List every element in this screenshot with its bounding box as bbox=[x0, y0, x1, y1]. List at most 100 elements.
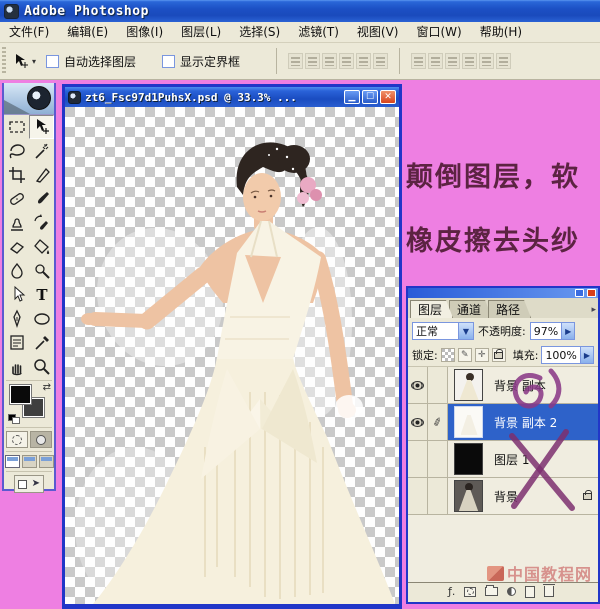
fill-input[interactable]: 100% ▶ bbox=[541, 346, 593, 364]
blend-mode-select[interactable]: 正常 ▼ bbox=[412, 322, 474, 340]
document-title: zt6_Fsc97d1PuhsX.psd @ 33.3% ... bbox=[85, 91, 342, 104]
opacity-input[interactable]: 97% ▶ bbox=[530, 322, 575, 340]
thumbnail-cell[interactable] bbox=[448, 441, 488, 477]
link-cell[interactable] bbox=[428, 367, 448, 403]
eyedropper-tool-button[interactable] bbox=[29, 331, 54, 355]
align-left-button bbox=[339, 53, 354, 69]
default-colors-icon[interactable] bbox=[8, 414, 20, 424]
auto-select-option[interactable]: 自动选择图层 bbox=[46, 53, 136, 70]
visibility-cell[interactable] bbox=[408, 404, 428, 440]
visibility-cell[interactable] bbox=[408, 367, 428, 403]
photoshop-app-icon bbox=[4, 4, 19, 19]
maximize-button[interactable]: ☐ bbox=[362, 90, 378, 104]
lock-icon bbox=[583, 493, 592, 500]
eye-icon bbox=[411, 418, 424, 427]
fullscreen-button[interactable] bbox=[39, 455, 54, 468]
menu-layer[interactable]: 图层(L) bbox=[172, 22, 230, 43]
clone-stamp-icon bbox=[7, 213, 27, 233]
delete-layer-button[interactable] bbox=[544, 586, 554, 597]
magic-wand-tool-button[interactable] bbox=[29, 139, 54, 163]
crop-tool-button[interactable] bbox=[4, 163, 29, 187]
menu-select[interactable]: 选择(S) bbox=[230, 22, 289, 43]
shape-tool-button[interactable] bbox=[29, 307, 54, 331]
swap-colors-icon[interactable]: ⇄ bbox=[43, 382, 51, 393]
pen-tool-button[interactable] bbox=[4, 307, 29, 331]
opacity-value: 97% bbox=[531, 325, 561, 338]
clone-stamp-tool-button[interactable] bbox=[4, 211, 29, 235]
quick-mask-mode-button[interactable] bbox=[30, 431, 52, 448]
lasso-tool-button[interactable] bbox=[4, 139, 29, 163]
bounding-box-option[interactable]: 显示定界框 bbox=[162, 53, 240, 70]
menu-help[interactable]: 帮助(H) bbox=[471, 22, 531, 43]
layer-row-layer-1[interactable]: 图层 1 bbox=[408, 441, 598, 478]
thumbnail-cell[interactable] bbox=[448, 404, 488, 440]
menu-file[interactable]: 文件(F) bbox=[0, 22, 58, 43]
brush-tool-button[interactable] bbox=[29, 187, 54, 211]
hand-tool-button[interactable] bbox=[4, 355, 29, 379]
thumbnail-cell[interactable] bbox=[448, 367, 488, 403]
minimize-button[interactable]: ▁ bbox=[344, 90, 360, 104]
gradient-tool-button[interactable] bbox=[29, 235, 54, 259]
panel-minimize-button[interactable] bbox=[575, 289, 584, 297]
add-mask-button[interactable] bbox=[464, 587, 476, 597]
panel-titlebar[interactable] bbox=[408, 288, 598, 298]
link-cell[interactable] bbox=[428, 478, 448, 514]
zoom-tool-button[interactable] bbox=[29, 355, 54, 379]
menu-view[interactable]: 视图(V) bbox=[348, 22, 408, 43]
menu-image[interactable]: 图像(I) bbox=[117, 22, 172, 43]
fullscreen-menubar-button[interactable] bbox=[22, 455, 37, 468]
menu-window[interactable]: 窗口(W) bbox=[407, 22, 470, 43]
foreground-color-swatch[interactable] bbox=[10, 385, 31, 404]
document-canvas[interactable] bbox=[65, 107, 399, 604]
new-group-button[interactable] bbox=[485, 587, 498, 596]
options-bar-grip[interactable] bbox=[2, 47, 6, 75]
dodge-icon bbox=[32, 261, 52, 281]
standard-screen-button[interactable] bbox=[5, 455, 20, 468]
slice-tool-button[interactable] bbox=[29, 163, 54, 187]
eraser-tool-button[interactable] bbox=[4, 235, 29, 259]
fill-label: 填充: bbox=[513, 347, 539, 363]
layer-row-background[interactable]: 背景 bbox=[408, 478, 598, 515]
panel-menu-icon[interactable]: ▸ bbox=[591, 305, 596, 315]
layer-style-button[interactable]: ƒ. bbox=[448, 585, 455, 598]
move-tool-button[interactable] bbox=[29, 115, 54, 139]
marquee-tool-button[interactable] bbox=[4, 115, 29, 139]
standard-mode-button[interactable] bbox=[6, 431, 28, 448]
lock-position-button[interactable]: ✛ bbox=[475, 348, 489, 362]
bounding-box-checkbox[interactable] bbox=[162, 55, 175, 68]
path-select-tool-button[interactable] bbox=[4, 283, 29, 307]
close-button[interactable]: ✕ bbox=[380, 90, 396, 104]
type-tool-button[interactable]: T bbox=[29, 283, 54, 307]
document-titlebar[interactable]: zt6_Fsc97d1PuhsX.psd @ 33.3% ... ▁ ☐ ✕ bbox=[65, 87, 399, 107]
layer-row-bg-copy[interactable]: 背景 副本 bbox=[408, 367, 598, 404]
tab-channels[interactable]: 通道 bbox=[449, 300, 492, 318]
panel-close-button[interactable] bbox=[587, 289, 596, 297]
menu-bar: 文件(F) 编辑(E) 图像(I) 图层(L) 选择(S) 滤镜(T) 视图(V… bbox=[0, 22, 600, 43]
tab-paths[interactable]: 路径 bbox=[488, 300, 531, 318]
healing-brush-tool-button[interactable] bbox=[4, 187, 29, 211]
lock-all-button[interactable] bbox=[492, 348, 506, 362]
current-tool-indicator[interactable]: ▾ bbox=[12, 52, 36, 70]
new-layer-button[interactable] bbox=[525, 586, 535, 598]
active-brush-cell[interactable]: ✐ bbox=[428, 404, 448, 440]
lock-pixels-button[interactable]: ✎ bbox=[458, 348, 472, 362]
notes-tool-button[interactable] bbox=[4, 331, 29, 355]
blur-tool-button[interactable] bbox=[4, 259, 29, 283]
menu-edit[interactable]: 编辑(E) bbox=[58, 22, 117, 43]
history-brush-tool-button[interactable] bbox=[29, 211, 54, 235]
link-cell[interactable] bbox=[428, 441, 448, 477]
options-separator bbox=[276, 48, 277, 74]
dodge-tool-button[interactable] bbox=[29, 259, 54, 283]
tab-layers[interactable]: 图层 bbox=[410, 300, 453, 318]
auto-select-checkbox[interactable] bbox=[46, 55, 59, 68]
visibility-cell[interactable] bbox=[408, 478, 428, 514]
lock-transparency-button[interactable] bbox=[441, 348, 455, 362]
toolbox-header[interactable] bbox=[4, 83, 54, 115]
layer-row-bg-copy-2[interactable]: ✐ 背景 副本 2 bbox=[408, 404, 598, 441]
visibility-cell[interactable] bbox=[408, 441, 428, 477]
thumbnail-cell[interactable] bbox=[448, 478, 488, 514]
adjustment-layer-button[interactable] bbox=[507, 587, 516, 596]
bounding-box-label: 显示定界框 bbox=[180, 53, 240, 70]
menu-filter[interactable]: 滤镜(T) bbox=[289, 22, 348, 43]
imageready-button[interactable]: ➤ bbox=[14, 475, 44, 493]
